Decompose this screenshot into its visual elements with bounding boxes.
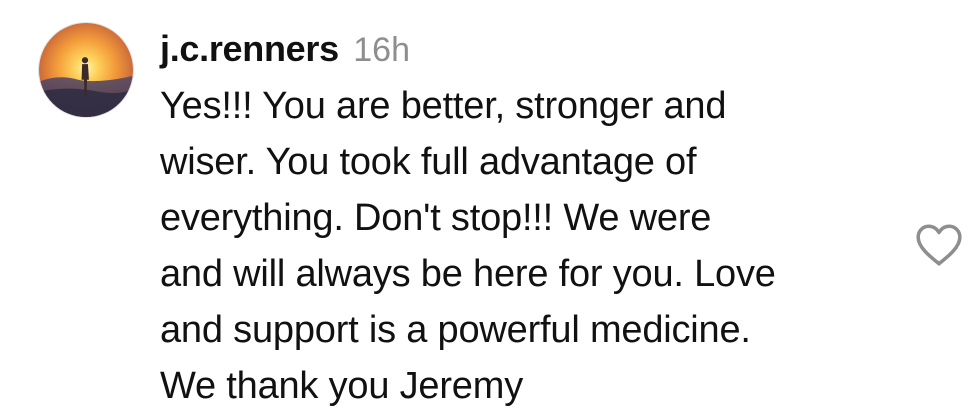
heart-outline-icon [916, 224, 962, 266]
comment-text-line: We thank you Jeremy [160, 365, 523, 407]
like-button[interactable] [914, 222, 964, 268]
comment-text-line: wiser. You took full advantage of [160, 141, 697, 183]
timestamp[interactable]: 16h [353, 31, 410, 69]
comment-header: j.c.renners 16h [160, 22, 900, 76]
username-link[interactable]: j.c.renners [160, 28, 339, 69]
comment-text-line: Yes!!! You are better, stronger and [160, 85, 727, 127]
avatar[interactable] [38, 22, 134, 118]
comment-text-line: and support is a powerful medicine. [160, 309, 751, 351]
comment-body: j.c.renners 16h Yes!!! You are better, s… [160, 22, 900, 414]
comment: j.c.renners 16h Yes!!! You are better, s… [0, 0, 980, 412]
avatar-image [39, 23, 133, 117]
comment-text: Yes!!! You are better, stronger and wise… [160, 78, 900, 414]
comment-text-line: and will always be here for you. Love [160, 253, 776, 295]
comment-text-line: everything. Don't stop!!! We were [160, 197, 712, 239]
